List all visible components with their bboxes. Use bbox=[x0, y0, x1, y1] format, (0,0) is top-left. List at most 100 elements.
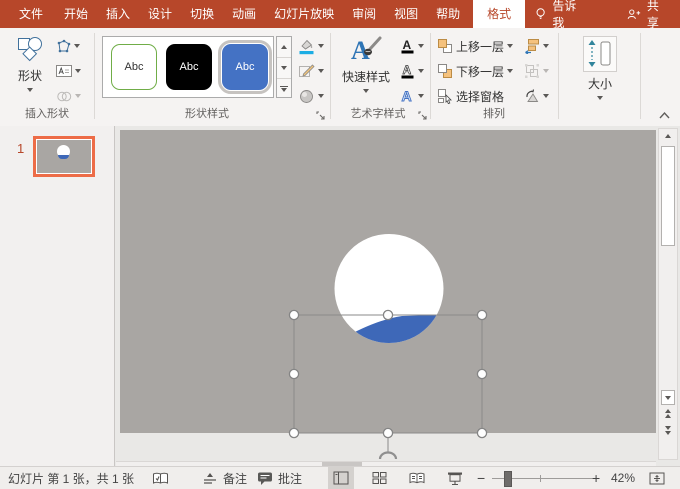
tab-view[interactable]: 视图 bbox=[385, 0, 427, 28]
collapse-ribbon-chevron[interactable] bbox=[658, 111, 671, 119]
tell-me-button[interactable]: 告诉我 bbox=[525, 0, 591, 28]
bring-forward-button[interactable]: 上移一层 bbox=[437, 36, 513, 56]
bring-forward-label: 上移一层 bbox=[456, 38, 504, 55]
shapes-icon bbox=[15, 36, 45, 64]
fit-to-window-button[interactable] bbox=[649, 467, 665, 489]
bring-forward-dropdown-arrow bbox=[507, 44, 513, 48]
tab-design[interactable]: 设计 bbox=[139, 0, 181, 28]
merge-shapes-button[interactable] bbox=[56, 86, 81, 106]
shape-fill-dropdown-arrow bbox=[318, 44, 324, 48]
text-box-button[interactable] bbox=[56, 61, 81, 81]
up-arrow-icon bbox=[665, 134, 671, 138]
fit-to-window-icon bbox=[649, 471, 665, 486]
arrange-group-label: 排列 bbox=[430, 105, 558, 121]
vertical-scrollbar-thumb[interactable] bbox=[661, 146, 675, 246]
comments-button[interactable]: 批注 bbox=[257, 467, 302, 489]
selection-pane-icon bbox=[437, 88, 453, 104]
tab-help[interactable]: 帮助 bbox=[427, 0, 469, 28]
more-arrow-icon bbox=[281, 88, 287, 92]
send-backward-button[interactable]: 下移一层 bbox=[437, 61, 513, 81]
comments-label: 批注 bbox=[278, 470, 302, 487]
quick-styles-button[interactable]: A 快速样式 bbox=[338, 31, 394, 93]
tab-file[interactable]: 文件 bbox=[7, 0, 55, 28]
notes-button[interactable]: 备注 bbox=[202, 467, 247, 489]
normal-view-icon bbox=[333, 471, 349, 485]
shape-styles-dialog-launcher[interactable] bbox=[316, 111, 326, 121]
shape-effects-icon bbox=[298, 88, 315, 105]
shape-style-blue-selected[interactable]: Abc bbox=[222, 44, 268, 90]
insert-shapes-group-label: 插入形状 bbox=[0, 105, 94, 121]
tab-transitions[interactable]: 切换 bbox=[181, 0, 223, 28]
tab-slideshow[interactable]: 幻灯片放映 bbox=[265, 0, 343, 28]
thumbnail-blue-shape bbox=[58, 155, 69, 159]
text-effects-dropdown-arrow bbox=[418, 94, 424, 98]
powerpoint-window: 文件 开始 插入 设计 切换 动画 幻灯片放映 审阅 视图 帮助 格式 告诉我 bbox=[0, 0, 680, 489]
gallery-scroll-up[interactable] bbox=[277, 37, 291, 58]
normal-view-button[interactable] bbox=[328, 467, 354, 489]
notes-icon bbox=[202, 471, 218, 485]
shape-style-white-outline[interactable]: Abc bbox=[111, 44, 157, 90]
shape-fill-icon bbox=[298, 38, 315, 55]
text-fill-button[interactable]: A bbox=[400, 36, 424, 56]
zoom-slider-thumb[interactable] bbox=[504, 471, 512, 487]
rotation-handle[interactable] bbox=[380, 453, 396, 460]
share-button[interactable]: 共享 bbox=[617, 0, 676, 28]
shape-outline-button[interactable] bbox=[298, 61, 324, 81]
gallery-scroll-down[interactable] bbox=[277, 58, 291, 79]
gallery-scroll-controls bbox=[276, 36, 292, 98]
zoom-in-button[interactable]: + bbox=[592, 467, 600, 489]
quick-styles-icon: A bbox=[350, 35, 382, 65]
text-effects-button[interactable]: A bbox=[400, 86, 424, 106]
group-objects-button[interactable] bbox=[524, 61, 549, 81]
text-fill-dropdown-arrow bbox=[418, 44, 424, 48]
previous-slide-button[interactable] bbox=[659, 409, 677, 418]
reading-view-button[interactable] bbox=[404, 467, 430, 489]
bring-forward-icon bbox=[437, 38, 453, 54]
wordart-dialog-launcher[interactable] bbox=[418, 111, 428, 121]
shape-styles-gallery: Abc Abc Abc bbox=[102, 36, 274, 98]
tab-format[interactable]: 格式 bbox=[473, 0, 525, 28]
double-up-arrow-icon bbox=[665, 409, 671, 413]
gallery-more-button[interactable] bbox=[277, 79, 291, 99]
group-divider bbox=[640, 33, 641, 119]
shapes-label: 形状 bbox=[18, 67, 42, 84]
notes-label: 备注 bbox=[223, 470, 247, 487]
scroll-up-button[interactable] bbox=[659, 134, 677, 138]
size-dropdown-arrow bbox=[597, 96, 603, 100]
slide-number: 1 bbox=[17, 141, 24, 156]
tab-review[interactable]: 审阅 bbox=[343, 0, 385, 28]
shapes-button[interactable]: 形状 bbox=[8, 31, 52, 92]
tab-insert[interactable]: 插入 bbox=[97, 0, 139, 28]
text-outline-button[interactable]: A bbox=[400, 61, 424, 81]
merge-shapes-icon bbox=[56, 90, 72, 103]
down-arrow-icon bbox=[281, 66, 287, 70]
spell-check-button[interactable] bbox=[152, 467, 169, 489]
selection-pane-button[interactable]: 选择窗格 bbox=[437, 86, 504, 106]
zoom-out-button[interactable]: − bbox=[477, 467, 485, 489]
slide-sorter-view-button[interactable] bbox=[366, 467, 392, 489]
quick-styles-label: 快速样式 bbox=[342, 68, 390, 85]
selection-pane-label: 选择窗格 bbox=[456, 88, 504, 105]
slide-canvas[interactable] bbox=[120, 130, 656, 433]
slide-thumbnail-panel[interactable]: 1 bbox=[0, 126, 115, 466]
rotate-button[interactable] bbox=[524, 86, 549, 106]
shape-style-black[interactable]: Abc bbox=[166, 44, 212, 90]
slide-counter: 幻灯片 第 1 张，共 1 张 bbox=[8, 467, 134, 489]
slide-1-thumbnail[interactable] bbox=[36, 139, 92, 174]
tab-animations[interactable]: 动画 bbox=[223, 0, 265, 28]
align-button[interactable] bbox=[524, 36, 549, 56]
size-button[interactable]: 大小 bbox=[572, 31, 628, 100]
next-slide-button[interactable] bbox=[659, 426, 677, 435]
shape-fill-button[interactable] bbox=[298, 36, 324, 56]
tab-home[interactable]: 开始 bbox=[55, 0, 97, 28]
scroll-down-button[interactable] bbox=[661, 390, 675, 405]
slideshow-view-button[interactable] bbox=[442, 467, 468, 489]
plus-icon: + bbox=[592, 470, 600, 486]
edit-shape-button[interactable] bbox=[56, 36, 80, 56]
svg-text:A: A bbox=[402, 88, 412, 104]
group-objects-icon bbox=[524, 63, 540, 79]
vertical-scrollbar[interactable] bbox=[658, 128, 678, 460]
shape-effects-button[interactable] bbox=[298, 86, 324, 106]
zoom-level[interactable]: 42% bbox=[611, 467, 635, 489]
zoom-slider-center-tick bbox=[540, 475, 541, 482]
